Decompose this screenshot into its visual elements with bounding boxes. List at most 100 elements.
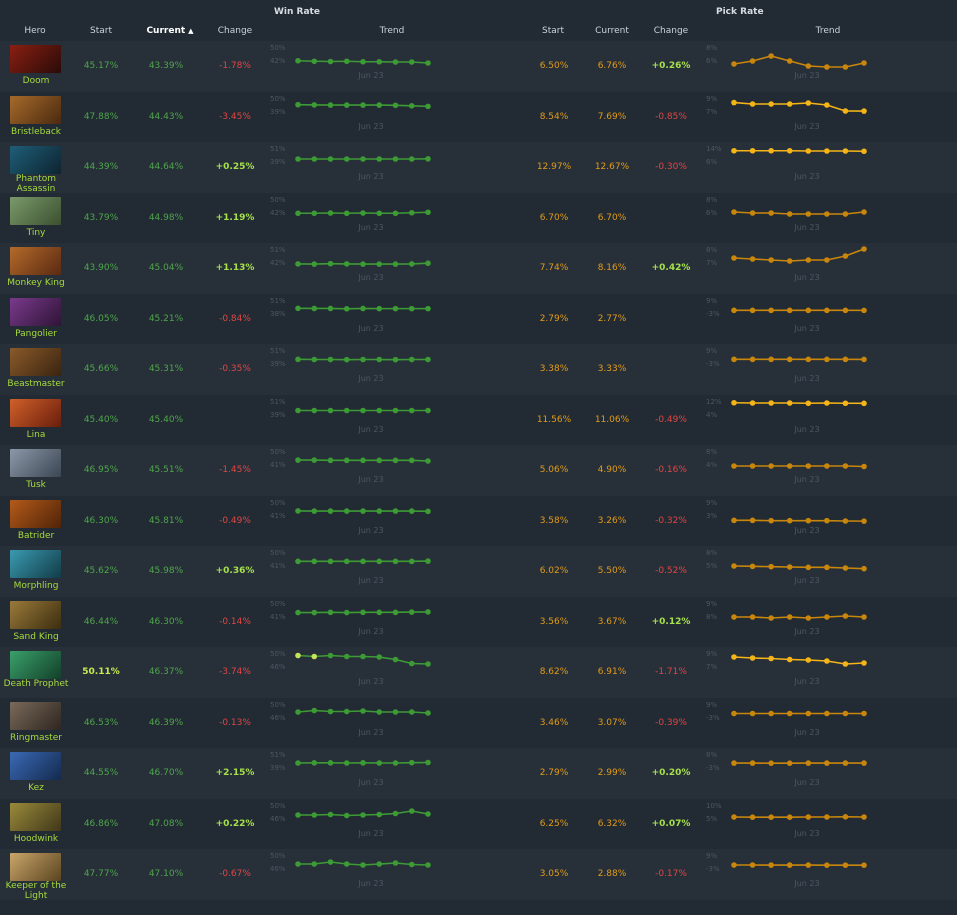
wr-trend-point[interactable] — [376, 861, 383, 867]
wr-trend-point[interactable] — [343, 558, 350, 565]
wr-trend-point[interactable] — [360, 209, 366, 216]
wr-trend-point[interactable] — [311, 507, 318, 514]
pr-trend-point[interactable] — [749, 813, 756, 820]
wr-trend-point[interactable] — [327, 209, 334, 216]
pr-trend-point[interactable] — [768, 209, 774, 216]
wr-trend-point[interactable] — [295, 156, 301, 162]
hero-name[interactable]: Monkey King — [2, 278, 70, 288]
table-row[interactable]: Sand King 46.44% 46.30% -0.14% 50% 41% Jun 23 3… — [0, 596, 957, 647]
pr-trend-point[interactable] — [824, 210, 830, 217]
pr-trend-point[interactable] — [786, 760, 793, 766]
wr-trend-point[interactable] — [360, 261, 366, 267]
wr-trend-point[interactable] — [311, 156, 318, 162]
wr-trend-point[interactable] — [408, 708, 415, 715]
table-row[interactable]: Beastmaster 45.66% 45.31% -0.35% 51% 39% Jun 2… — [0, 344, 957, 395]
wr-trend-point[interactable] — [343, 209, 350, 216]
pr-trend-point[interactable] — [731, 517, 737, 523]
pr-trend-point[interactable] — [805, 760, 812, 766]
pr-trend-point[interactable] — [842, 813, 849, 820]
pr-trend-point[interactable] — [731, 147, 737, 154]
wr-trend-point[interactable] — [295, 507, 301, 514]
wr-trend-point[interactable] — [425, 156, 431, 162]
header-wr-trend[interactable]: Trend — [370, 26, 414, 36]
wr-trend-point[interactable] — [408, 861, 415, 868]
wr-trend-point[interactable] — [343, 261, 350, 267]
pr-trend-point[interactable] — [768, 614, 774, 621]
pr-trend-point[interactable] — [786, 710, 793, 716]
pr-trend-point[interactable] — [805, 399, 812, 406]
pr-trend-point[interactable] — [768, 563, 774, 570]
hero-name[interactable]: Morphling — [2, 581, 70, 591]
wr-trend-point[interactable] — [425, 709, 431, 716]
hero-portrait[interactable] — [10, 297, 61, 326]
wr-trend-point[interactable] — [392, 708, 399, 715]
hero-portrait[interactable] — [10, 853, 61, 881]
wr-trend-point[interactable] — [343, 101, 350, 108]
pr-trend-point[interactable] — [731, 255, 737, 261]
hero-portrait[interactable] — [10, 499, 61, 528]
pr-trend-point[interactable] — [768, 862, 774, 868]
wr-trend-point[interactable] — [392, 810, 399, 816]
pr-trend-point[interactable] — [861, 613, 867, 620]
pr-trend-point[interactable] — [731, 463, 737, 469]
wr-trend-point[interactable] — [425, 305, 431, 311]
pr-trend-point[interactable] — [842, 661, 849, 667]
wr-trend-point[interactable] — [311, 811, 318, 818]
pr-trend-point[interactable] — [768, 463, 774, 469]
wr-trend-point[interactable] — [311, 609, 318, 615]
wr-trend-point[interactable] — [295, 261, 301, 267]
pr-trend-point[interactable] — [842, 517, 849, 524]
wr-trend-point[interactable] — [343, 407, 350, 413]
wr-trend-point[interactable] — [327, 457, 334, 464]
wr-trend-point[interactable] — [392, 507, 399, 514]
pr-trend-point[interactable] — [861, 208, 867, 215]
hero-portrait[interactable] — [10, 802, 61, 831]
wr-trend-point[interactable] — [376, 558, 383, 565]
wr-trend-point[interactable] — [392, 760, 399, 766]
pr-trend-point[interactable] — [842, 760, 849, 766]
wr-trend-point[interactable] — [408, 759, 415, 766]
wr-trend-point[interactable] — [376, 811, 383, 817]
wr-trend-point[interactable] — [376, 609, 383, 615]
table-row[interactable]: Morphling 45.62% 45.98% +0.36% 50% 41% Jun 23 6… — [0, 546, 957, 597]
wr-trend-point[interactable] — [360, 558, 366, 565]
pr-trend-point[interactable] — [749, 655, 756, 661]
pr-trend-point[interactable] — [824, 517, 830, 523]
pr-trend-point[interactable] — [749, 356, 756, 363]
wr-trend-point[interactable] — [327, 708, 334, 714]
table-row[interactable]: Bristleback 47.88% 44.43% -3.45% 50% 39% Jun 2… — [0, 91, 957, 142]
wr-trend-point[interactable] — [295, 609, 301, 615]
pr-trend-point[interactable] — [842, 565, 849, 571]
pr-trend-point[interactable] — [824, 813, 830, 820]
pr-trend-point[interactable] — [731, 813, 737, 820]
pr-trend-point[interactable] — [861, 565, 867, 572]
hero-portrait[interactable] — [10, 348, 61, 376]
pr-trend-point[interactable] — [731, 760, 737, 766]
wr-trend-point[interactable] — [425, 862, 431, 868]
pr-trend-point[interactable] — [768, 53, 774, 59]
wr-trend-point[interactable] — [360, 811, 366, 818]
pr-trend-point[interactable] — [824, 658, 830, 664]
pr-trend-point[interactable] — [824, 101, 830, 108]
pr-trend-point[interactable] — [861, 517, 867, 524]
wr-trend-point[interactable] — [295, 101, 301, 108]
wr-trend-point[interactable] — [343, 356, 350, 363]
wr-trend-point[interactable] — [327, 507, 334, 514]
wr-trend-point[interactable] — [392, 305, 399, 311]
wr-trend-point[interactable] — [360, 609, 366, 615]
wr-trend-point[interactable] — [408, 807, 415, 814]
wr-trend-point[interactable] — [376, 654, 383, 660]
pr-trend-point[interactable] — [749, 710, 756, 716]
wr-trend-point[interactable] — [295, 407, 301, 413]
wr-trend-point[interactable] — [408, 209, 415, 216]
header-wr-current[interactable]: Current ▲ — [140, 26, 200, 36]
wr-trend-point[interactable] — [360, 457, 366, 464]
wr-trend-point[interactable] — [392, 156, 399, 162]
wr-trend-point[interactable] — [311, 305, 318, 311]
wr-trend-point[interactable] — [295, 57, 301, 64]
wr-trend-point[interactable] — [408, 660, 415, 667]
wr-trend-point[interactable] — [311, 558, 318, 565]
pr-trend-point[interactable] — [749, 100, 756, 107]
wr-trend-point[interactable] — [425, 60, 431, 66]
wr-trend-point[interactable] — [343, 861, 350, 867]
